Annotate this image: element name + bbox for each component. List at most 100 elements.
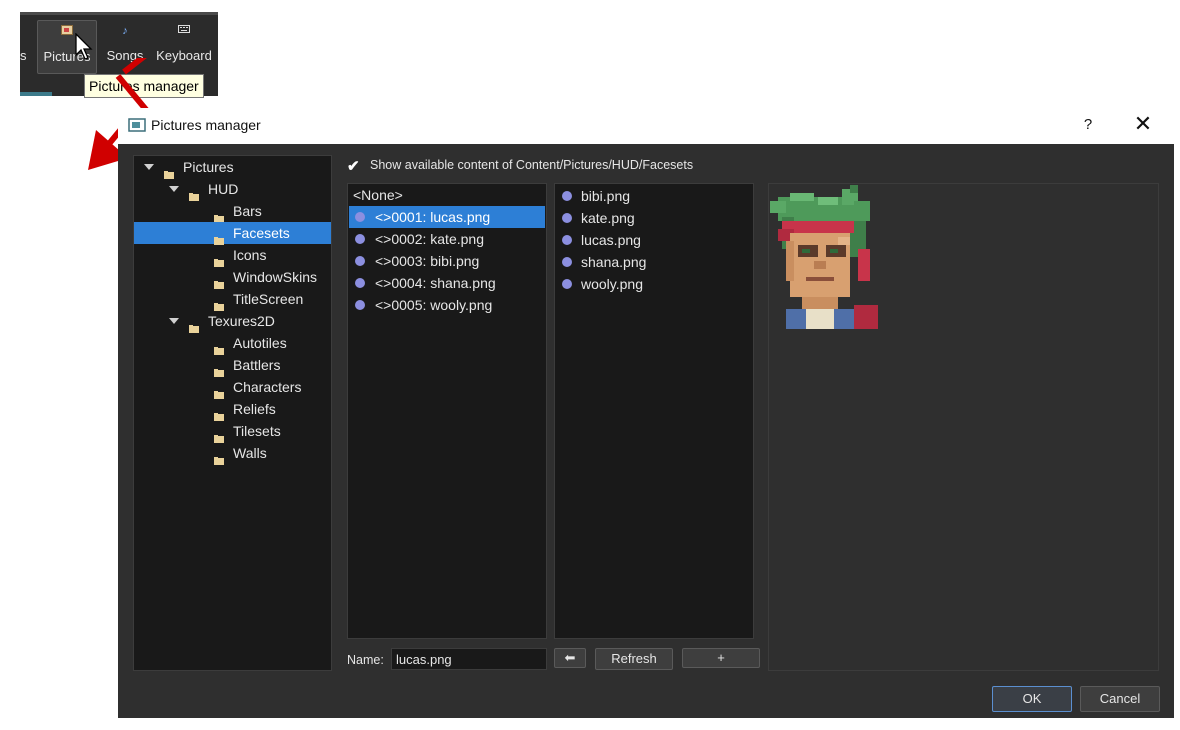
list-item-label: <>0002: kate.png [375,231,484,247]
available-content-list[interactable]: bibi.png kate.png lucas.png shana.png wooly.… [554,183,754,639]
keyboard-icon [154,20,214,42]
tree-item-label: Tilesets [233,423,281,439]
picture-dot-icon [562,213,572,223]
toolbar-divider [20,12,218,15]
list-item[interactable]: bibi.png [556,185,752,207]
refresh-button[interactable]: Refresh [595,648,673,670]
expand-caret-icon[interactable] [169,317,179,327]
list-item-label: <None> [353,187,403,203]
tree-item-label: HUD [208,181,239,197]
picture-dot-icon [355,234,365,244]
folder-icon [214,405,224,421]
close-button[interactable]: ✕ [1130,113,1156,136]
toolbar-button-partial[interactable]: s [20,20,30,72]
tree-item[interactable]: HUD [134,178,331,201]
list-item-label: wooly.png [581,276,644,292]
folder-icon [214,251,224,267]
list-item-label: shana.png [581,254,647,270]
tree-item-label: Autotiles [233,335,287,351]
list-item[interactable]: <None> [349,184,545,206]
add-button[interactable]: + [682,648,760,668]
folder-icon [214,361,224,377]
ok-button[interactable]: OK [992,686,1072,712]
folder-icon [164,163,174,179]
tree-item[interactable]: Pictures [134,156,331,179]
list-item[interactable]: kate.png [556,207,752,229]
move-left-button[interactable]: ⬅ [554,648,586,668]
folder-icon [214,339,224,355]
list-item-label: <>0001: lucas.png [375,209,491,225]
folder-icon [214,449,224,465]
tree-item[interactable]: Characters [134,376,331,399]
tree-item[interactable]: Autotiles [134,332,331,355]
expand-caret-icon[interactable] [169,185,179,195]
list-item[interactable]: <>0001: lucas.png [349,206,545,228]
list-item-label: <>0004: shana.png [375,275,496,291]
tree-item-label: Icons [233,247,267,263]
list-item[interactable]: <>0005: wooly.png [349,294,545,316]
list-item[interactable]: <>0004: shana.png [349,272,545,294]
list-item[interactable]: shana.png [556,251,752,273]
tree-item[interactable]: TitleScreen [134,288,331,311]
app-window-icon [128,118,146,132]
mouse-cursor-icon [75,33,93,60]
folder-tree[interactable]: Pictures HUD Bars Facesets Icons WindowSkins T… [133,155,332,671]
toolbar-button-label: s [20,48,27,63]
tree-item-label: Pictures [183,159,234,175]
help-button[interactable]: ? [1079,116,1097,136]
list-item[interactable]: <>0003: bibi.png [349,250,545,272]
faceset-preview-image [770,185,878,329]
picture-dot-icon [562,257,572,267]
tree-item-label: WindowSkins [233,269,318,285]
folder-icon [214,273,224,289]
picture-dot-icon [562,279,572,289]
list-item[interactable]: lucas.png [556,229,752,251]
list-item-label: <>0005: wooly.png [375,297,493,313]
dialog-title: Pictures manager [151,117,261,133]
picture-dot-icon [355,212,365,222]
list-item-label: lucas.png [581,232,641,248]
tree-item[interactable]: WindowSkins [134,266,331,289]
tree-item-label: Characters [233,379,302,395]
tree-item[interactable]: Bars [134,200,331,223]
name-field[interactable] [391,648,547,670]
blank-icon [20,20,30,42]
picture-dot-icon [562,191,572,201]
tree-item[interactable]: Icons [134,244,331,267]
name-label: Name: [347,653,384,667]
folder-icon [214,427,224,443]
picture-dot-icon [355,256,365,266]
list-item-label: bibi.png [581,188,631,204]
show-available-label: Show available content of Content/Pictur… [370,158,694,172]
tree-item[interactable]: Reliefs [134,398,331,421]
tree-item-label: Bars [233,203,262,219]
tree-item[interactable]: Texures2D [134,310,331,333]
folder-icon [214,383,224,399]
cancel-button[interactable]: Cancel [1080,686,1160,712]
expand-caret-icon[interactable] [144,163,154,173]
tree-item[interactable]: Walls [134,442,331,465]
folder-icon [214,207,224,223]
folder-icon [214,295,224,311]
tree-item-label: Reliefs [233,401,276,417]
music-note-icon: ♪ [122,25,128,37]
tab-accent-strip [20,92,52,96]
folder-icon [214,229,224,245]
tree-item[interactable]: Tilesets [134,420,331,443]
list-item-label: kate.png [581,210,635,226]
tree-item-label: Walls [233,445,267,461]
list-item[interactable]: <>0002: kate.png [349,228,545,250]
dialog-titlebar [118,108,1180,144]
project-pictures-list[interactable]: <None> <>0001: lucas.png <>0002: kate.png <… [347,183,547,639]
show-available-checkbox[interactable]: ✔ [347,157,361,175]
tree-item[interactable]: Battlers [134,354,331,377]
folder-icon [189,317,199,333]
folder-icon [189,185,199,201]
list-item[interactable]: wooly.png [556,273,752,295]
tree-item[interactable]: Facesets [134,222,331,245]
picture-dot-icon [355,300,365,310]
picture-dot-icon [562,235,572,245]
tree-item-label: Facesets [233,225,290,241]
tree-item-label: TitleScreen [233,291,304,307]
list-item-label: <>0003: bibi.png [375,253,480,269]
